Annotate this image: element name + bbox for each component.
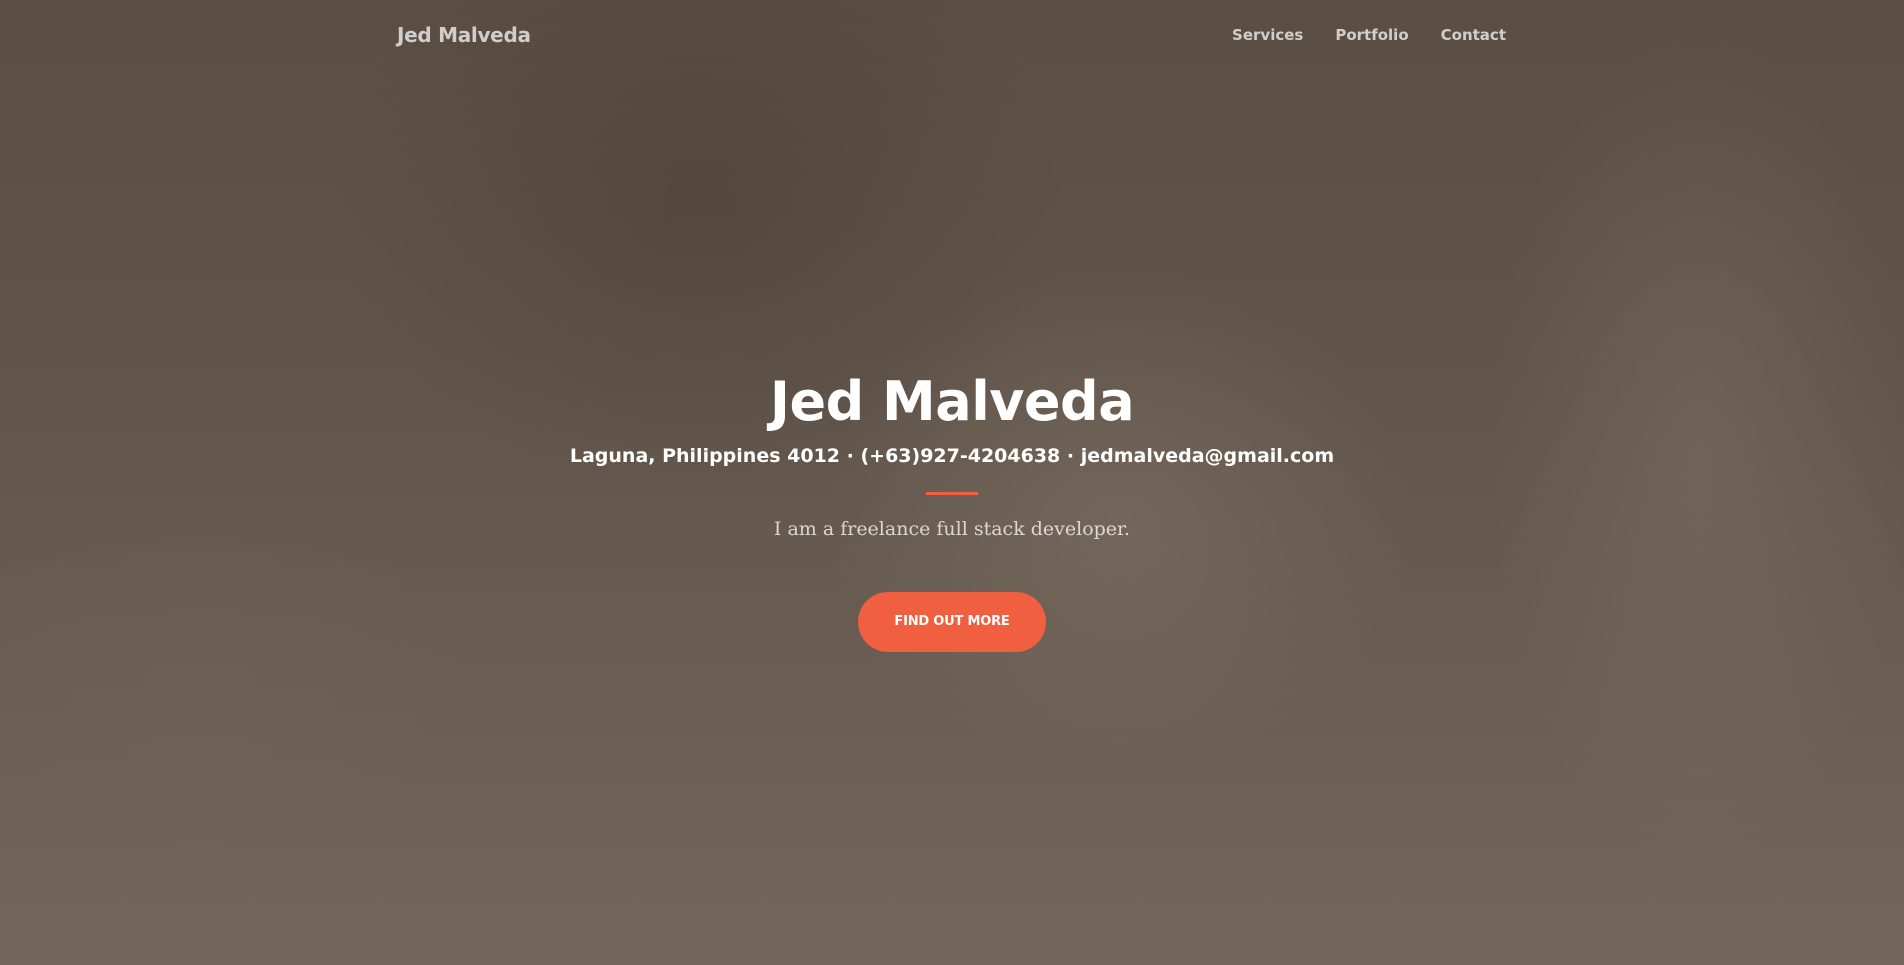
tagline: I am a freelance full stack developer. — [773, 518, 1131, 540]
find-out-more-button[interactable]: FIND OUT MORE — [858, 592, 1046, 652]
masthead-title: Jed Malveda — [769, 370, 1135, 433]
nav-link-services[interactable]: Services — [1232, 26, 1303, 44]
brand-link[interactable]: Jed Malveda — [397, 23, 531, 47]
navbar: Jed Malveda Services Portfolio Contact — [0, 0, 1904, 72]
accent-divider — [926, 492, 978, 495]
contact-info: Laguna, Philippines 4012 · (+63)927-4204… — [569, 445, 1335, 467]
nav-links: Services Portfolio Contact — [1232, 26, 1506, 44]
masthead: Jed Malveda Laguna, Philippines 4012 · (… — [0, 370, 1904, 652]
nav-link-portfolio[interactable]: Portfolio — [1335, 26, 1408, 44]
nav-link-contact[interactable]: Contact — [1441, 26, 1506, 44]
